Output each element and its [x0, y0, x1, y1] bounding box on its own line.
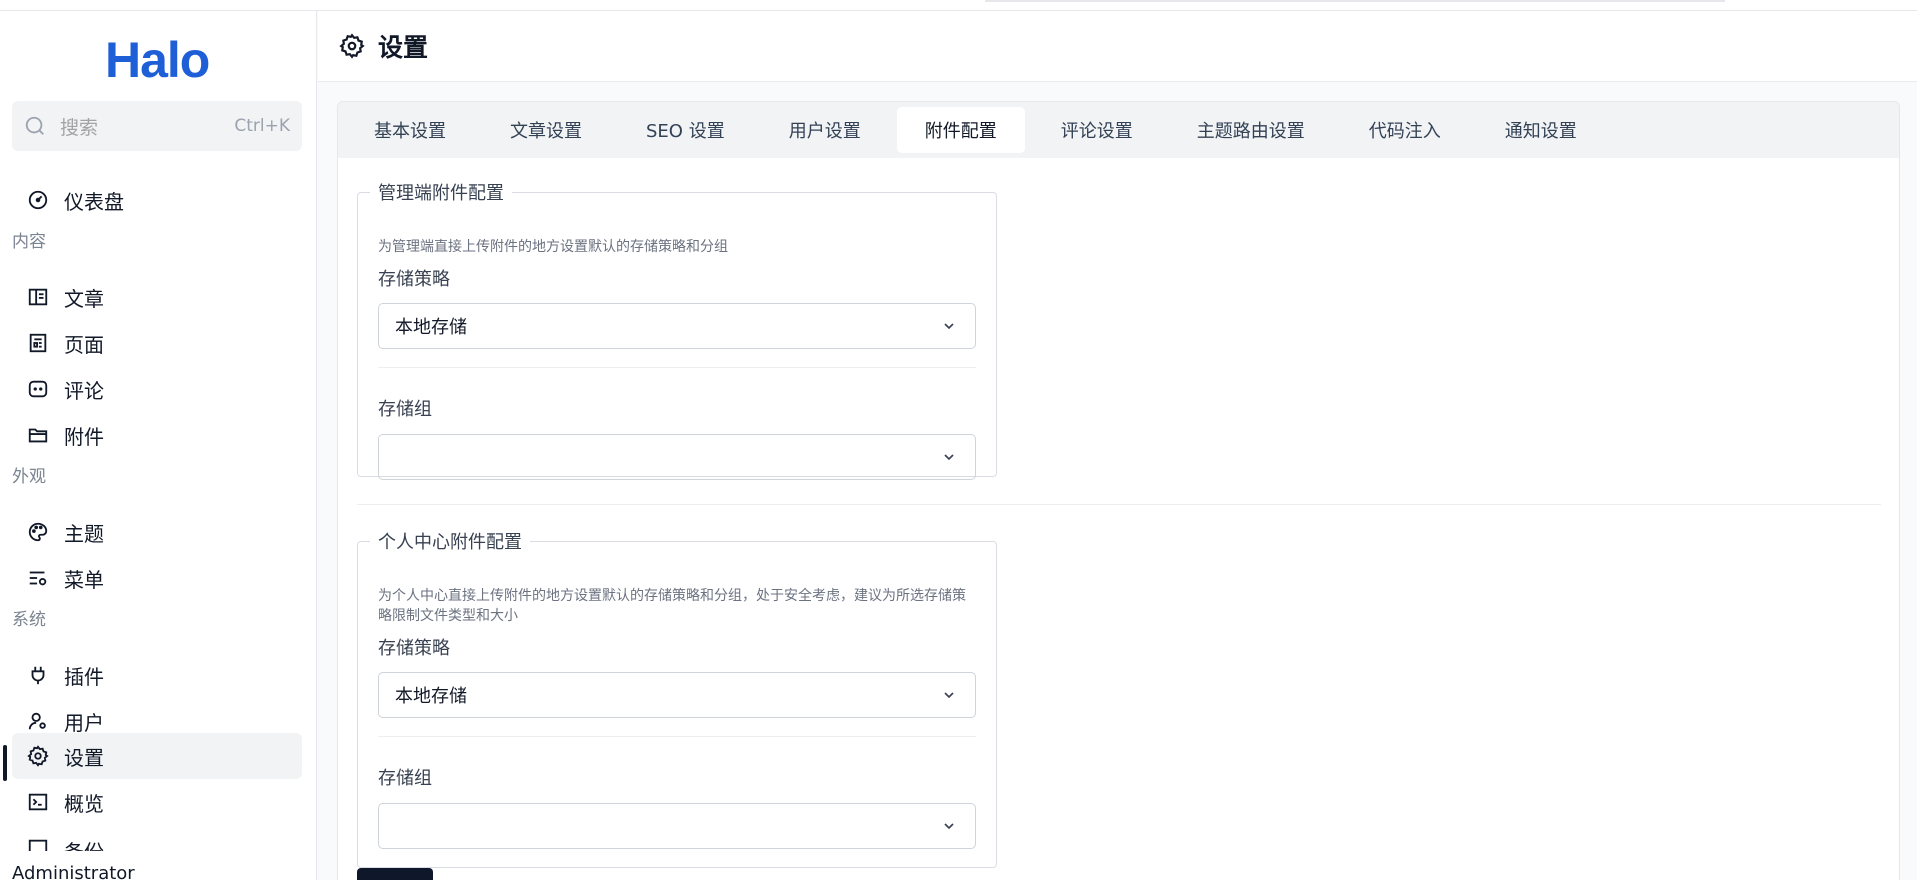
current-user-name[interactable]: Administrator	[12, 863, 135, 880]
storage-group-label: 存储组	[378, 399, 432, 420]
search-input[interactable]: 搜索 Ctrl+K	[12, 101, 302, 151]
comment-icon	[26, 377, 50, 401]
sidebar-item-dashboard[interactable]: 仪表盘	[12, 177, 302, 223]
tab-code-injection[interactable]: 代码注入	[1341, 107, 1469, 153]
chevron-down-icon	[939, 447, 959, 467]
gear-icon	[26, 744, 50, 768]
save-button[interactable]	[357, 868, 433, 880]
settings-card: 基本设置 文章设置 SEO 设置 用户设置 附件配置 评论设置 主题路由设置 代…	[337, 101, 1900, 880]
window-top-bar	[0, 0, 1917, 11]
palette-icon	[26, 520, 50, 544]
sidebar: Halo 搜索 Ctrl+K 仪表盘 内容 文章 页面 评论 附件 外观 主题 …	[0, 11, 317, 880]
tab-user[interactable]: 用户设置	[761, 107, 889, 153]
page-title: 设置	[378, 33, 429, 62]
sidebar-item-label: 附件	[64, 424, 104, 449]
sidebar-item-backup[interactable]: 备份	[12, 825, 302, 851]
group-legend: 管理端附件配置	[378, 183, 504, 204]
tab-attachment[interactable]: 附件配置	[896, 107, 1025, 153]
storage-policy-select[interactable]: 本地存储	[378, 672, 976, 718]
storage-policy-label: 存储策略	[378, 638, 450, 659]
folder-icon	[26, 423, 50, 447]
halo-logo[interactable]: Halo	[105, 31, 210, 89]
chevron-down-icon	[939, 685, 959, 705]
field-divider	[378, 736, 976, 737]
page-layout-icon	[26, 331, 50, 355]
dashboard-gauge-icon	[26, 188, 50, 212]
user-icon	[26, 709, 50, 733]
terminal-icon	[26, 790, 50, 814]
search-placeholder: 搜索	[60, 116, 99, 139]
plug-icon	[26, 663, 50, 687]
select-value: 本地存储	[395, 317, 467, 338]
gear-icon	[338, 32, 366, 60]
tab-basic[interactable]: 基本设置	[346, 107, 474, 153]
chevron-down-icon	[939, 316, 959, 336]
sidebar-group-appearance: 外观	[12, 467, 46, 487]
sidebar-item-label: 主题	[64, 521, 104, 546]
tab-post[interactable]: 文章设置	[482, 107, 610, 153]
book-icon	[26, 285, 50, 309]
tab-seo[interactable]: SEO 设置	[618, 107, 753, 153]
sidebar-item-settings[interactable]: 设置	[12, 733, 302, 779]
section-divider	[357, 504, 1881, 505]
sidebar-item-menus[interactable]: 菜单	[12, 555, 302, 601]
sidebar-item-label: 仪表盘	[64, 189, 124, 214]
chevron-down-icon	[939, 816, 959, 836]
sidebar-item-label: 插件	[64, 664, 104, 689]
sidebar-item-label: 设置	[64, 745, 104, 770]
sidebar-item-label: 菜单	[64, 567, 104, 592]
search-icon	[24, 115, 46, 137]
storage-group-select[interactable]	[378, 434, 976, 480]
tab-notification[interactable]: 通知设置	[1477, 107, 1605, 153]
select-value: 本地存储	[395, 686, 467, 707]
sidebar-item-themes[interactable]: 主题	[12, 509, 302, 555]
sidebar-item-label: 文章	[64, 286, 104, 311]
sidebar-group-content: 内容	[12, 232, 46, 252]
sidebar-item-label: 概览	[64, 791, 104, 816]
settings-tabs: 基本设置 文章设置 SEO 设置 用户设置 附件配置 评论设置 主题路由设置 代…	[338, 102, 1899, 158]
sidebar-item-pages[interactable]: 页面	[12, 320, 302, 366]
active-indicator	[3, 745, 7, 781]
field-divider	[378, 367, 976, 368]
menu-settings-icon	[26, 566, 50, 590]
backup-icon	[26, 836, 50, 851]
storage-group-label: 存储组	[378, 768, 432, 789]
sidebar-item-label: 页面	[64, 332, 104, 357]
uc-attachment-group: 个人中心附件配置 为个人中心直接上传附件的地方设置默认的存储策略和分组，处于安全…	[357, 528, 997, 868]
sidebar-item-attachments[interactable]: 附件	[12, 412, 302, 458]
sidebar-item-overview[interactable]: 概览	[12, 779, 302, 825]
group-legend: 个人中心附件配置	[378, 532, 522, 553]
group-description: 为管理端直接上传附件的地方设置默认的存储策略和分组	[378, 239, 728, 255]
sidebar-item-label: 评论	[64, 378, 104, 403]
group-description: 为个人中心直接上传附件的地方设置默认的存储策略和分组，处于安全考虑，建议为所选存…	[378, 588, 966, 624]
search-shortcut: Ctrl+K	[234, 116, 290, 136]
storage-group-select[interactable]	[378, 803, 976, 849]
storage-policy-label: 存储策略	[378, 269, 450, 290]
sidebar-item-comments[interactable]: 评论	[12, 366, 302, 412]
sidebar-item-plugins[interactable]: 插件	[12, 652, 302, 698]
tab-comment[interactable]: 评论设置	[1033, 107, 1161, 153]
storage-policy-select[interactable]: 本地存储	[378, 303, 976, 349]
sidebar-item-label: 备份	[64, 836, 104, 851]
sidebar-group-system: 系统	[12, 610, 46, 630]
sidebar-item-posts[interactable]: 文章	[12, 274, 302, 320]
page-header: 设置	[318, 11, 1917, 82]
console-attachment-group: 管理端附件配置 为管理端直接上传附件的地方设置默认的存储策略和分组 存储策略 本…	[357, 179, 997, 480]
sidebar-item-label: 用户	[64, 710, 104, 735]
tab-theme-route[interactable]: 主题路由设置	[1169, 107, 1333, 153]
